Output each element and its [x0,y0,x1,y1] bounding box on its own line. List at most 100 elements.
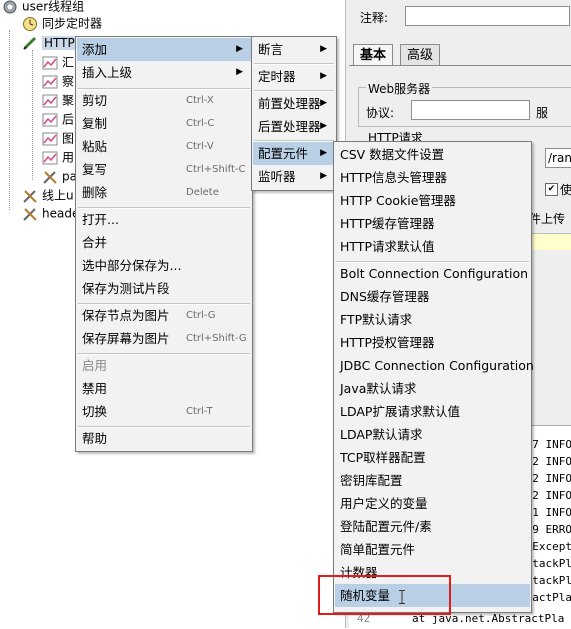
upload-label: 件上传 [529,212,566,226]
comment-label: 注释: [360,11,389,25]
tree-node-label: heade [42,206,80,221]
menu-item-delete[interactable]: 删除 Delete [77,181,251,204]
menu-item-csv-data-set[interactable]: CSV 数据文件设置 [335,143,530,166]
menu-item-save-fragment[interactable]: 保存为测试片段 [77,277,251,300]
menu-item-label: 用户定义的变量 [340,496,428,511]
menu-item-user-defined-variables[interactable]: 用户定义的变量 [335,492,530,515]
menu-item-header-manager[interactable]: HTTP信息头管理器 [335,166,530,189]
menu-item-ldap-defaults[interactable]: LDAP默认请求 [335,423,530,446]
comment-input[interactable] [405,6,570,26]
menu-item-label: TCP取样器配置 [340,450,426,465]
log-line: 2 INFO [532,472,571,485]
menu-item-disable[interactable]: 禁用 [77,377,251,400]
menu-item-label: 断言 [258,42,284,57]
tree-node-listener[interactable]: 汇 [42,52,74,72]
param-table-row[interactable] [532,233,571,250]
menu-item-cache-manager[interactable]: HTTP缓存管理器 [335,212,530,235]
tree-node-http-request[interactable]: HTTP [22,32,77,52]
tree-node-label: 聚 [62,93,75,108]
menu-item-label: 配置元件 [258,146,309,161]
tree-node-sync-timer[interactable]: 同步定时器 [22,13,102,33]
menu-item-save-screen-image[interactable]: 保存屏幕为图片 Ctrl+Shift-G [77,327,251,350]
menu-item-label: HTTP缓存管理器 [340,216,435,231]
menu-item-pre-processors[interactable]: 前置处理器 ▶ [253,92,335,115]
tab-label: 基本 [360,48,387,63]
menu-item-java-defaults[interactable]: Java默认请求 [335,377,530,400]
tools-icon [42,169,58,185]
menu-item-ldap-ext-defaults[interactable]: LDAP扩展请求默认值 [335,400,530,423]
menu-item-keystore-config[interactable]: 密钥库配置 [335,469,530,492]
menu-shortcut: Ctrl-V [186,141,214,152]
tree-node-label: user线程组 [22,0,85,14]
menu-item-label: 删除 [82,185,108,200]
menu-item-post-processors[interactable]: 后置处理器 ▶ [253,115,335,138]
tree-node-config[interactable]: heade [22,203,79,223]
menu-item-assertions[interactable]: 断言 ▶ [253,38,335,61]
menu-item-insert-parent[interactable]: 插入上级 ▶ [77,61,251,84]
graph-icon [42,131,58,147]
menu-item-config-elements[interactable]: 配置元件 ▶ [253,142,335,165]
menu-item-jdbc-connection[interactable]: JDBC Connection Configuration [335,354,534,377]
redirect-checkbox[interactable]: ✔ [545,183,558,196]
tab-advanced[interactable]: 高级 [400,44,441,66]
menu-item-listeners[interactable]: 监听器 ▶ [253,165,335,188]
menu-item-label: 后置处理器 [258,119,321,134]
graph-icon [42,74,58,90]
menu-item-label: 合并 [82,235,108,250]
menu-item-simple-config[interactable]: 简单配置元件 [335,538,530,561]
tree-node-listener[interactable]: 聚 [42,90,74,110]
menu-item-timers[interactable]: 定时器 ▶ [253,65,335,88]
menu-item-merge[interactable]: 合并 [77,231,251,254]
menu-item-label: HTTP授权管理器 [340,335,435,350]
menu-item-help[interactable]: 帮助 [77,427,251,450]
tree-node-listener[interactable]: 图 [42,128,74,148]
tree-node-config[interactable]: pa [42,166,77,186]
menu-item-save-node-image[interactable]: 保存节点为图片 Ctrl-G [77,304,251,327]
tree-node-listener[interactable]: 察 [42,71,74,91]
tree-node-label: 察 [62,74,75,89]
menu-item-label: 禁用 [82,381,108,396]
menu-item-label: 选中部分保存为... [82,258,182,273]
menu-item-toggle[interactable]: 切换 Ctrl-T [77,400,251,423]
submenu-arrow-icon: ▶ [320,148,327,158]
menu-item-dns-cache-manager[interactable]: DNS缓存管理器 [335,285,530,308]
menu-item-cut[interactable]: 剪切 Ctrl-X [77,89,251,112]
menu-item-copy[interactable]: 复制 Ctrl-C [77,112,251,135]
tree-node-listener[interactable]: 后 [42,109,74,129]
menu-item-ftp-defaults[interactable]: FTP默认请求 [335,308,530,331]
menu-item-request-defaults[interactable]: HTTP请求默认值 [335,235,530,258]
menu-item-duplicate[interactable]: 复写 Ctrl+Shift-C [77,158,251,181]
tab-label: 高级 [407,48,434,63]
menu-item-label: Bolt Connection Configuration [340,266,529,281]
menu-item-paste[interactable]: 粘贴 Ctrl-V [77,135,251,158]
pen-icon [22,35,38,51]
menu-item-label: HTTP信息头管理器 [340,170,447,185]
menu-item-label: 简单配置元件 [340,542,416,557]
menu-item-label: 复写 [82,162,108,177]
tree-node-listener[interactable]: 用 [42,147,74,167]
menu-item-login-config[interactable]: 登陆配置元件/素 [335,515,530,538]
log-line: 1 INFO [532,506,571,519]
menu-item-cookie-manager[interactable]: HTTP Cookie管理器 [335,189,530,212]
tree-node-label: 图 [62,131,75,146]
menu-shortcut: Ctrl+Shift-C [186,164,246,175]
menu-item-open[interactable]: 打开... [77,208,251,231]
graph-icon [42,150,58,166]
menu-item-auth-manager[interactable]: HTTP授权管理器 [335,331,530,354]
protocol-input[interactable] [411,100,530,120]
menu-shortcut: Delete [186,187,219,198]
tools-icon [22,188,38,204]
tree-node-config[interactable]: 线上u [22,185,74,205]
log-line: tackPl [532,574,571,587]
annotation-highlight-box [318,575,451,615]
menu-item-bolt-connection[interactable]: Bolt Connection Configuration [335,262,530,285]
menu-item-tcp-sampler-config[interactable]: TCP取样器配置 [335,446,530,469]
path-input[interactable]: /ran [545,148,571,168]
tree-node-label: 线上u [42,188,74,203]
context-menu: 添加 ▶ 插入上级 ▶ 剪切 Ctrl-X 复制 Ctrl-C 粘贴 Ctrl-V 复写 C… [75,36,253,452]
menu-item-add[interactable]: 添加 ▶ [77,38,251,61]
tab-basic[interactable]: 基本 [353,44,394,66]
menu-item-label: 复制 [82,116,108,131]
submenu-arrow-icon: ▶ [320,44,327,54]
menu-item-save-selection[interactable]: 选中部分保存为... [77,254,251,277]
